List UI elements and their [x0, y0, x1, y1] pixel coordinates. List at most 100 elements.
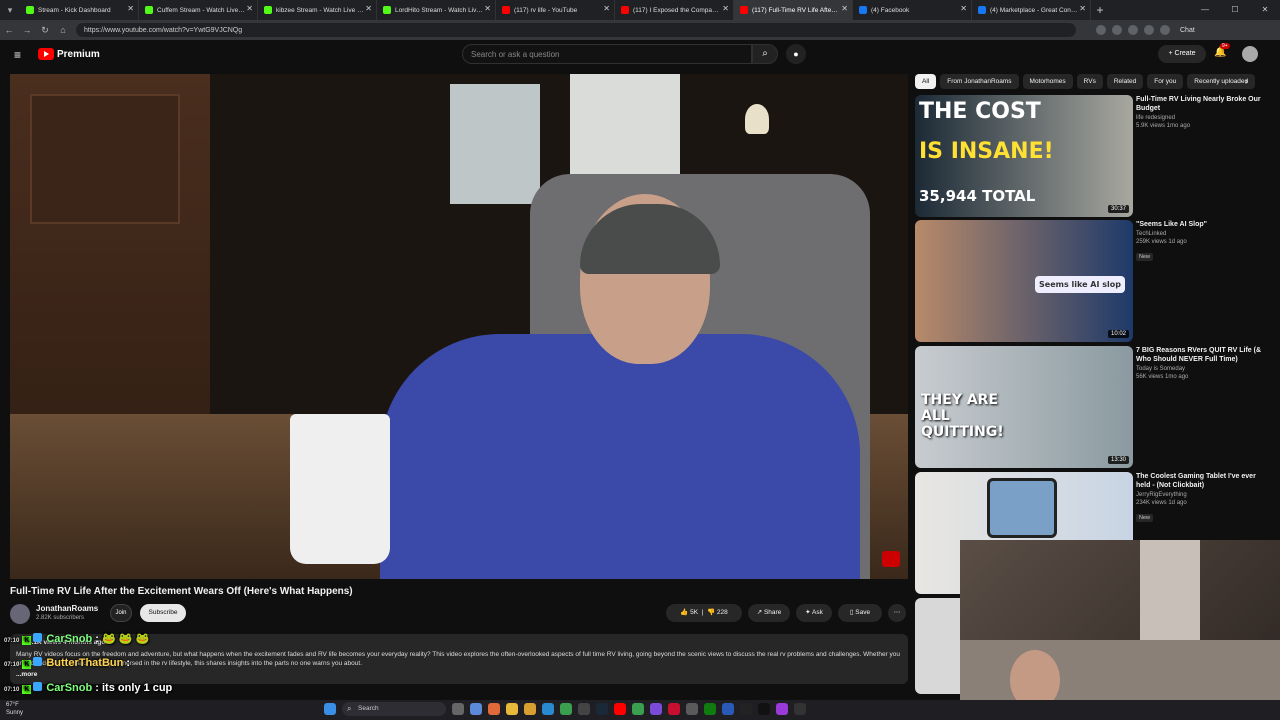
save-button[interactable]: ▯ Save: [838, 604, 882, 622]
profile-icon[interactable]: [1160, 25, 1170, 35]
browser-tab[interactable]: Stream - Kick Dashboard ✕: [20, 0, 139, 20]
browser-tab[interactable]: (4) Facebook ✕: [853, 0, 972, 20]
close-icon[interactable]: ✕: [484, 4, 491, 13]
chip-all[interactable]: All: [915, 74, 937, 89]
rec-channel[interactable]: JerryRigEverything: [1136, 492, 1261, 498]
browser-tab[interactable]: (4) Marketplace - Great Condition ✕: [972, 0, 1091, 20]
app-icon[interactable]: [776, 703, 788, 715]
subscribe-watermark-icon[interactable]: [882, 551, 900, 567]
reload-icon[interactable]: ↻: [36, 25, 54, 36]
forward-icon[interactable]: →: [18, 25, 36, 35]
steam-icon[interactable]: [596, 703, 608, 715]
recommended-video[interactable]: THE COST IS INSANE! 35,944 TOTAL 30:37 F…: [915, 95, 1265, 217]
chip-rvs[interactable]: RVs: [1076, 74, 1103, 89]
share-button[interactable]: ↗ Share: [748, 604, 790, 622]
tiktok-icon[interactable]: [758, 703, 770, 715]
chrome-icon[interactable]: [560, 703, 572, 715]
close-icon[interactable]: ✕: [722, 4, 729, 13]
channel-name[interactable]: JonathanRoams: [36, 604, 98, 613]
xbox-icon[interactable]: [704, 703, 716, 715]
youtube-logo[interactable]: Premium: [38, 48, 100, 60]
notification-bell-icon[interactable]: 🔔 9+: [1214, 43, 1230, 58]
rec-channel[interactable]: TechLinked: [1136, 231, 1261, 237]
new-tab-button[interactable]: +: [1091, 3, 1109, 17]
terminal-icon[interactable]: [578, 703, 590, 715]
browser-tab[interactable]: kibzee Stream - Watch Live on Kick✕: [258, 0, 377, 20]
chrome-icon[interactable]: [632, 703, 644, 715]
close-icon[interactable]: ✕: [127, 4, 134, 13]
video-thumbnail[interactable]: THEY ARE ALL QUITTING! 13:30: [915, 346, 1133, 468]
video-player[interactable]: [10, 74, 908, 579]
close-icon[interactable]: ✕: [841, 4, 848, 13]
join-button[interactable]: Join: [110, 604, 132, 622]
app-icon[interactable]: [650, 703, 662, 715]
close-icon[interactable]: ✕: [365, 4, 372, 13]
edge-icon[interactable]: [542, 703, 554, 715]
browser-tab[interactable]: (117) I Exposed the Company Spy...✕: [615, 0, 734, 20]
file-explorer-icon[interactable]: [506, 703, 518, 715]
browser-tab[interactable]: (117) rv life - YouTube ✕: [496, 0, 615, 20]
browser-tab[interactable]: LordHito Stream - Watch Live on Kick✕: [377, 0, 496, 20]
close-icon[interactable]: ✕: [1079, 4, 1086, 13]
chip-motorhomes[interactable]: Motorhomes: [1022, 74, 1073, 89]
rec-channel[interactable]: life redesigned: [1136, 115, 1261, 121]
taskview-icon[interactable]: [452, 703, 464, 715]
extension-icon[interactable]: [1144, 25, 1154, 35]
like-dislike-button[interactable]: 👍 5K | 👎 228: [666, 604, 742, 622]
rec-title[interactable]: "Seems Like AI Slop": [1136, 220, 1261, 229]
account-avatar[interactable]: [1242, 46, 1258, 62]
close-icon[interactable]: ✕: [960, 4, 967, 13]
channel-avatar[interactable]: [10, 604, 30, 624]
microphone-icon[interactable]: ●: [786, 44, 806, 64]
app-icon[interactable]: [686, 703, 698, 715]
folder-icon[interactable]: [524, 703, 536, 715]
chip-related[interactable]: Related: [1106, 74, 1144, 89]
browser-tab[interactable]: Cuffem Stream - Watch Live on Kick✕: [139, 0, 258, 20]
tab-search-icon[interactable]: ▾: [0, 0, 20, 20]
extension-icon[interactable]: [1128, 25, 1138, 35]
chevron-right-icon[interactable]: ›: [1245, 76, 1248, 86]
obs-icon[interactable]: [794, 703, 806, 715]
recommended-video[interactable]: THEY ARE ALL QUITTING! 13:30 7 BIG Reaso…: [915, 346, 1265, 468]
extension-icon[interactable]: [1096, 25, 1106, 35]
search-icon[interactable]: ⌕: [752, 44, 778, 64]
chip-for-you[interactable]: For you: [1147, 74, 1184, 89]
create-button[interactable]: + Create: [1158, 45, 1206, 63]
photos-icon[interactable]: [488, 703, 500, 715]
rec-title[interactable]: The Coolest Gaming Tablet I've ever held…: [1136, 472, 1261, 490]
more-actions-icon[interactable]: ⋯: [888, 604, 906, 622]
home-icon[interactable]: ⌂: [54, 25, 72, 35]
close-icon[interactable]: ✕: [246, 4, 253, 13]
video-thumbnail[interactable]: THE COST IS INSANE! 35,944 TOTAL 30:37: [915, 95, 1133, 217]
acrobat-icon[interactable]: [668, 703, 680, 715]
recommended-video[interactable]: Seems like AI slop 10:02 "Seems Like AI …: [915, 220, 1265, 342]
thumbs-up-icon[interactable]: 👍: [680, 609, 688, 616]
close-window-icon[interactable]: ✕: [1250, 0, 1280, 20]
capcut-icon[interactable]: [740, 703, 752, 715]
thumbs-down-icon[interactable]: 👎: [707, 609, 715, 616]
extension-icon[interactable]: [1112, 25, 1122, 35]
menu-icon[interactable]: ≡: [14, 48, 21, 62]
rec-channel[interactable]: Today is Someday: [1136, 366, 1261, 372]
taskbar-search[interactable]: Search: [342, 702, 446, 716]
maximize-icon[interactable]: ☐: [1220, 0, 1250, 20]
url-input[interactable]: https://www.youtube.com/watch?v=YwtG9VJC…: [76, 23, 1076, 37]
rec-title[interactable]: Full-Time RV Living Nearly Broke Our Bud…: [1136, 95, 1261, 113]
youtube-icon[interactable]: [614, 703, 626, 715]
ask-button[interactable]: ✦ Ask: [796, 604, 832, 622]
minimize-icon[interactable]: —: [1190, 0, 1220, 20]
close-icon[interactable]: ✕: [603, 4, 610, 13]
browser-tab-active[interactable]: (117) Full-Time RV Life After t... ✕: [734, 0, 853, 20]
weather-widget[interactable]: 67°F Sunny: [6, 701, 23, 717]
app-icon[interactable]: [722, 703, 734, 715]
more-link[interactable]: ...more: [16, 670, 902, 679]
video-thumbnail[interactable]: Seems like AI slop 10:02: [915, 220, 1133, 342]
copilot-icon[interactable]: [470, 703, 482, 715]
rec-title[interactable]: 7 BIG Reasons RVers QUIT RV Life (& Who …: [1136, 346, 1261, 364]
subscribe-button[interactable]: Subscribe: [140, 604, 186, 622]
chat-button[interactable]: Chat: [1180, 27, 1195, 34]
search-input[interactable]: Search or ask a question: [462, 44, 752, 64]
back-icon[interactable]: ←: [0, 25, 18, 35]
chip-from-channel[interactable]: From JonathanRoams: [940, 74, 1019, 89]
windows-start-icon[interactable]: [324, 703, 336, 715]
